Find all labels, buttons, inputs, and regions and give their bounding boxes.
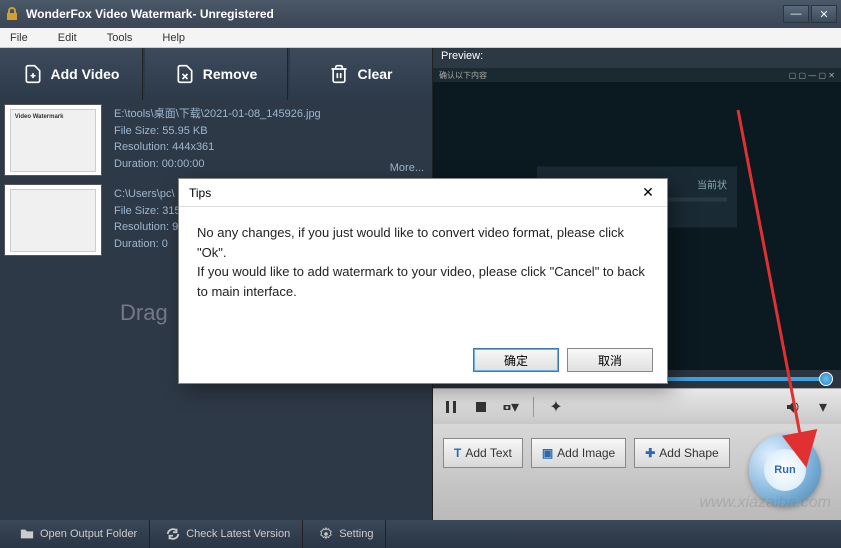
window-title: WonderFox Video Watermark- Unregistered	[26, 7, 783, 21]
dialog-text-2: If you would like to add watermark to yo…	[197, 262, 649, 301]
lock-icon	[4, 6, 20, 22]
timeline-handle[interactable]	[819, 372, 833, 386]
file-metadata: E:\tools\桌面\下载\2021-01-08_145926.jpg Fil…	[106, 100, 432, 180]
toolbar-buttons: Add Video Remove Clear	[0, 48, 432, 100]
add-video-label: Add Video	[51, 66, 120, 82]
effects-button[interactable]: ✦	[548, 399, 564, 415]
image-icon: ▣	[542, 446, 553, 460]
menu-help[interactable]: Help	[162, 32, 185, 44]
add-video-button[interactable]: Add Video	[0, 48, 143, 100]
add-shape-button[interactable]: ✚ Add Shape	[634, 438, 729, 468]
menu-file[interactable]: File	[10, 32, 28, 44]
setting-label: Setting	[339, 528, 373, 540]
file-thumbnail	[4, 104, 102, 176]
player-controls: ▾ ✦ ▾	[433, 388, 841, 424]
drag-hint: Drag	[120, 300, 168, 326]
dialog-text-1: No any changes, if you just would like t…	[197, 223, 649, 262]
file-size: File Size: 55.95 KB	[114, 123, 424, 140]
dialog-title: Tips	[189, 186, 639, 200]
file-resolution: Resolution: 444x361	[114, 139, 424, 156]
add-text-label: Add Text	[465, 446, 511, 460]
gear-icon	[319, 527, 333, 541]
shape-icon: ✚	[645, 446, 655, 460]
minimize-button[interactable]: —	[783, 5, 809, 23]
file-thumbnail	[4, 184, 102, 256]
check-version-label: Check Latest Version	[186, 528, 290, 540]
close-button[interactable]: ✕	[811, 5, 837, 23]
menu-tools[interactable]: Tools	[107, 32, 133, 44]
preview-toolbar-icons: ▢ ▢ — ▢ ✕	[789, 71, 835, 80]
site-watermark: www.xiazaiba.com	[699, 494, 831, 512]
menu-edit[interactable]: Edit	[58, 32, 77, 44]
add-shape-label: Add Shape	[659, 446, 718, 460]
trash-icon	[329, 64, 349, 84]
add-image-button[interactable]: ▣ Add Image	[531, 438, 626, 468]
dialog-ok-button[interactable]: 确定	[473, 348, 559, 372]
preview-toolbar: 确认以下内容 ▢ ▢ — ▢ ✕	[433, 68, 841, 82]
stop-button[interactable]	[473, 399, 489, 415]
more-link[interactable]: More...	[390, 160, 424, 177]
dialog-close-button[interactable]: ✕	[639, 184, 657, 202]
statusbar: Open Output Folder Check Latest Version …	[0, 520, 841, 548]
open-output-folder-button[interactable]: Open Output Folder	[8, 520, 150, 548]
pause-button[interactable]	[443, 399, 459, 415]
volume-button[interactable]	[785, 399, 801, 415]
refresh-icon	[166, 527, 180, 541]
file-path: E:\tools\桌面\下载\2021-01-08_145926.jpg	[114, 106, 424, 123]
setting-button[interactable]: Setting	[307, 520, 386, 548]
menubar: File Edit Tools Help	[0, 28, 841, 48]
remove-label: Remove	[203, 66, 257, 82]
dialog-header: Tips ✕	[179, 179, 667, 207]
clear-label: Clear	[357, 66, 392, 82]
clear-button[interactable]: Clear	[290, 48, 432, 100]
titlebar: WonderFox Video Watermark- Unregistered …	[0, 0, 841, 28]
settings-icon[interactable]: ▾	[815, 399, 831, 415]
preview-toolbar-text: 确认以下内容	[439, 70, 487, 81]
file-duration: Duration: 00:00:00	[114, 156, 424, 173]
text-icon: T	[454, 446, 461, 460]
add-image-label: Add Image	[557, 446, 615, 460]
check-version-button[interactable]: Check Latest Version	[154, 520, 303, 548]
dialog-body: No any changes, if you just would like t…	[179, 207, 667, 337]
window-buttons: — ✕	[783, 5, 837, 23]
preview-label: Preview:	[433, 48, 841, 68]
remove-button[interactable]: Remove	[145, 48, 288, 100]
run-label: Run	[764, 449, 806, 491]
file-remove-icon	[175, 64, 195, 84]
open-output-label: Open Output Folder	[40, 528, 137, 540]
dialog-footer: 确定 取消	[179, 337, 667, 383]
file-plus-icon	[23, 64, 43, 84]
folder-icon	[20, 527, 34, 541]
tips-dialog: Tips ✕ No any changes, if you just would…	[178, 178, 668, 384]
file-item[interactable]: E:\tools\桌面\下载\2021-01-08_145926.jpg Fil…	[0, 100, 432, 180]
add-text-button[interactable]: T Add Text	[443, 438, 523, 468]
snapshot-button[interactable]: ▾	[503, 399, 519, 415]
dialog-cancel-button[interactable]: 取消	[567, 348, 653, 372]
